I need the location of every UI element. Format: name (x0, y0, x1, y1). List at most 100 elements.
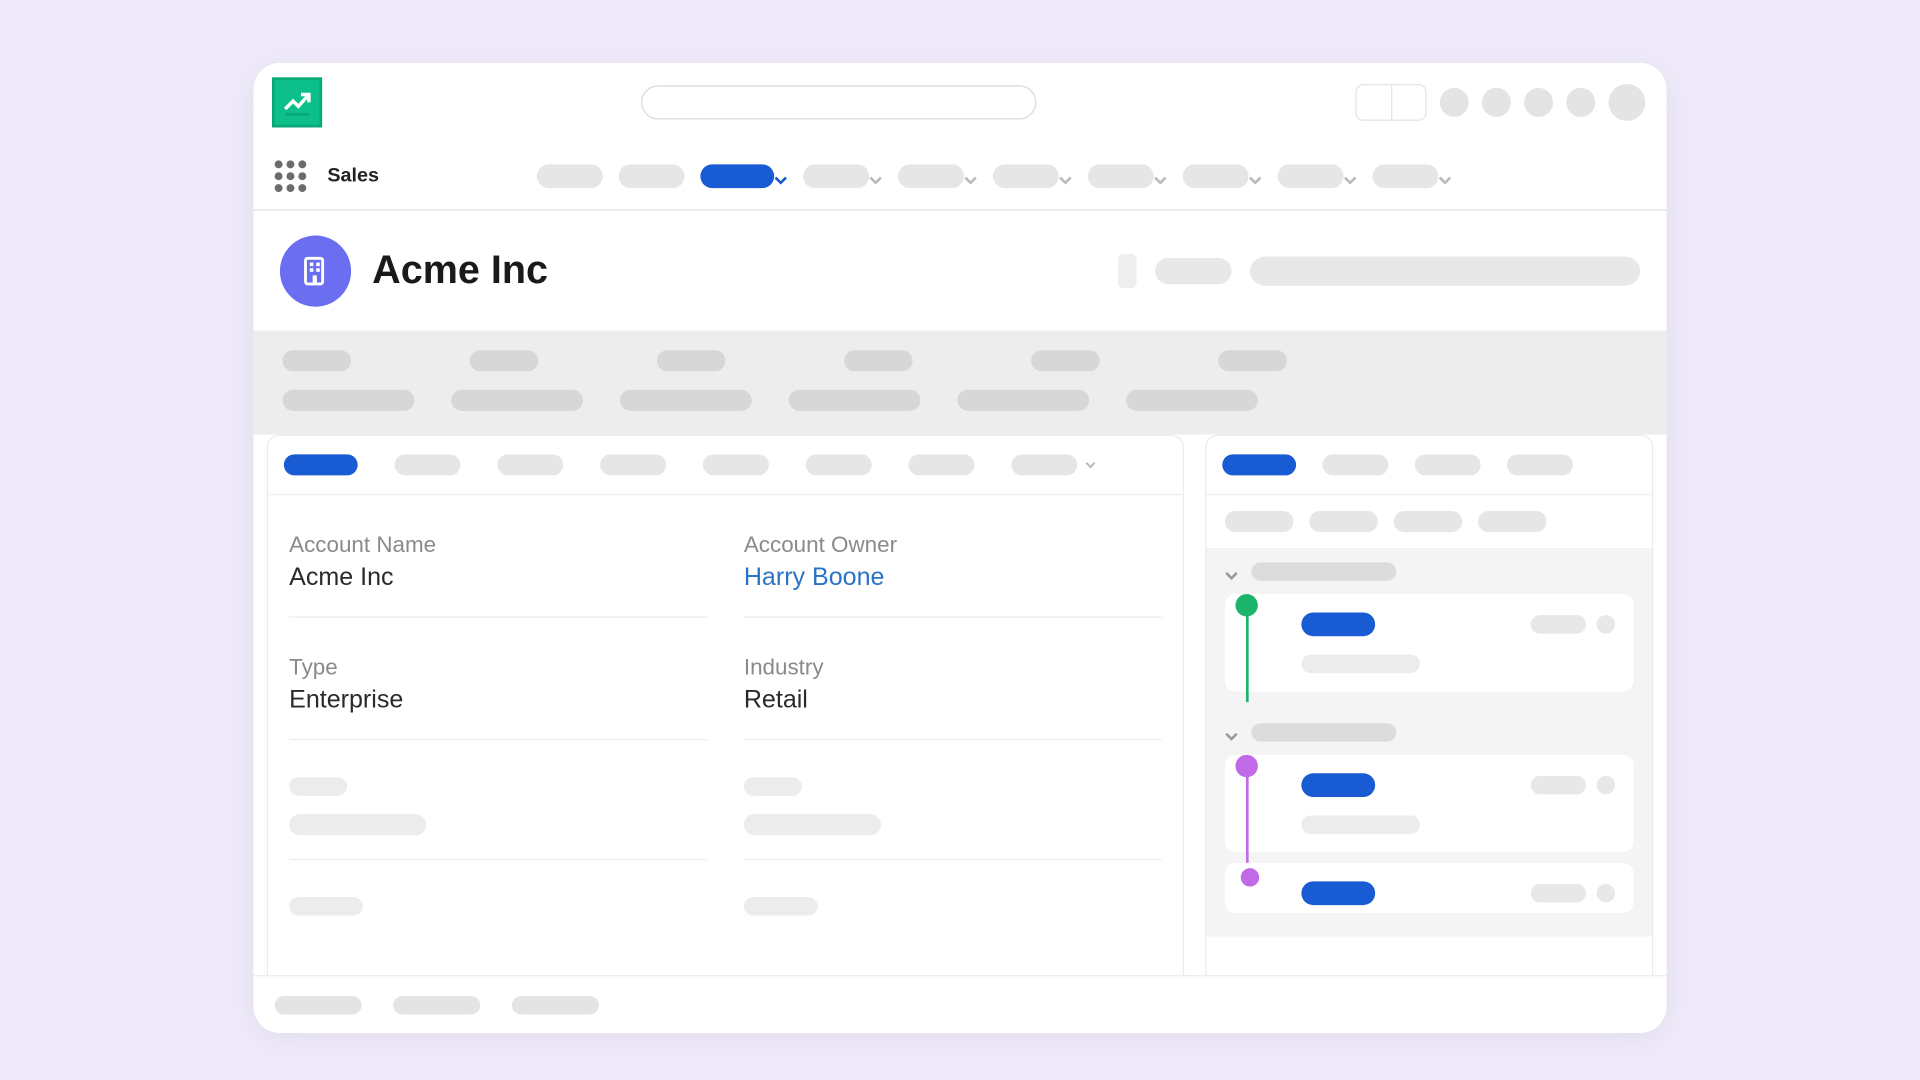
field-label-placeholder (289, 777, 347, 795)
timeline-item-title (1301, 773, 1375, 797)
nav-item[interactable] (619, 164, 685, 188)
nav-item[interactable] (1373, 164, 1452, 188)
details-tab-more[interactable] (1011, 454, 1095, 475)
nav-item[interactable] (537, 164, 603, 188)
details-tab[interactable] (497, 454, 563, 475)
nav-item[interactable] (803, 164, 882, 188)
nav-item[interactable] (1088, 164, 1167, 188)
highlights-panel (254, 332, 1667, 435)
chevron-down-icon (1059, 169, 1072, 182)
chevron-down-icon (1085, 460, 1096, 471)
field-placeholder (744, 777, 1162, 860)
timeline-line (1246, 776, 1249, 863)
nav-tabs (537, 164, 1452, 188)
header-segmented-control[interactable] (1355, 84, 1426, 121)
activity-tab[interactable] (1507, 454, 1573, 475)
nav-item[interactable] (993, 164, 1072, 188)
field-value-link[interactable]: Harry Boone (744, 564, 1162, 593)
nav-item-active[interactable] (701, 164, 788, 188)
activity-tab[interactable] (1322, 454, 1388, 475)
field-value-placeholder (744, 814, 881, 835)
details-tab[interactable] (909, 454, 975, 475)
utility-item[interactable] (275, 995, 362, 1013)
highlight-label (1218, 350, 1287, 371)
activity-tab[interactable] (1415, 454, 1481, 475)
field-label-placeholder (744, 777, 802, 795)
details-tab[interactable] (703, 454, 769, 475)
timeline-item-meta (1531, 615, 1615, 633)
timeline-item[interactable] (1225, 594, 1634, 692)
timeline-dot-icon (1241, 868, 1259, 886)
timeline-section-header[interactable] (1225, 562, 1634, 580)
field-placeholder (289, 777, 707, 860)
utility-bar (254, 975, 1667, 1033)
chevron-down-icon (1344, 169, 1357, 182)
field-label-placeholder (744, 897, 818, 915)
activity-tab-active[interactable] (1222, 454, 1296, 475)
details-tabs (268, 436, 1183, 495)
field-label: Industry (744, 655, 1162, 681)
chevron-down-icon (869, 169, 882, 182)
field-type: Type Enterprise (289, 655, 707, 741)
record-header: Acme Inc (254, 211, 1667, 332)
details-tab[interactable] (806, 454, 872, 475)
timeline-item-subtitle (1301, 655, 1420, 673)
app-logo[interactable] (272, 77, 322, 127)
field-value-placeholder (289, 814, 426, 835)
header-action-icon[interactable] (1482, 88, 1511, 117)
highlight-label (657, 350, 726, 371)
primary-nav: Sales (254, 142, 1667, 211)
timeline-section-header[interactable] (1225, 723, 1634, 741)
chevron-down-icon (774, 169, 787, 182)
page-backdrop: Sales (0, 2, 1919, 1077)
timeline-section (1206, 715, 1651, 936)
global-search-input[interactable] (641, 85, 1036, 119)
nav-item[interactable] (1278, 164, 1357, 188)
timeline-item-title (1301, 612, 1375, 636)
chevron-down-icon (1249, 169, 1262, 182)
nav-item[interactable] (1183, 164, 1262, 188)
field-value: Enterprise (289, 686, 707, 715)
details-tab[interactable] (395, 454, 461, 475)
timeline-dot-icon (1235, 594, 1257, 616)
filter-chip[interactable] (1478, 511, 1547, 532)
utility-item[interactable] (393, 995, 480, 1013)
filter-chip[interactable] (1225, 511, 1294, 532)
filter-chip[interactable] (1309, 511, 1378, 532)
timeline-item-subtitle (1301, 815, 1420, 833)
section-title-placeholder (1251, 562, 1396, 580)
activity-tabs (1206, 436, 1651, 495)
chevron-down-icon (1154, 169, 1167, 182)
highlight-value (620, 390, 752, 411)
highlight-value (789, 390, 921, 411)
details-tab-active[interactable] (284, 454, 358, 475)
details-panel: Account Name Acme Inc Account Owner Harr… (267, 435, 1184, 991)
timeline-item-title (1301, 881, 1375, 905)
timeline-item[interactable] (1225, 863, 1634, 913)
header-action-icon[interactable] (1566, 88, 1595, 117)
highlight-label (283, 350, 352, 371)
chevron-down-icon (1439, 169, 1452, 182)
user-avatar[interactable] (1608, 84, 1645, 121)
details-tab[interactable] (600, 454, 666, 475)
action-button[interactable] (1118, 253, 1136, 287)
header-utility (1355, 84, 1650, 121)
field-placeholder (744, 897, 1162, 939)
action-bar[interactable] (1250, 256, 1640, 285)
highlight-label (1031, 350, 1100, 371)
app-name: Sales (327, 164, 379, 186)
action-button[interactable] (1155, 257, 1231, 283)
header-action-icon[interactable] (1524, 88, 1553, 117)
nav-item[interactable] (898, 164, 977, 188)
timeline-item[interactable] (1225, 755, 1634, 853)
timeline-line (1246, 615, 1249, 702)
header-action-icon[interactable] (1440, 88, 1469, 117)
timeline-section (1206, 549, 1651, 715)
utility-item[interactable] (512, 995, 599, 1013)
timeline-dot-icon (1235, 755, 1257, 777)
highlight-value (283, 390, 415, 411)
filter-chip[interactable] (1394, 511, 1463, 532)
app-launcher-icon[interactable] (275, 160, 307, 192)
timeline-item-meta (1531, 884, 1615, 902)
field-industry: Industry Retail (744, 655, 1162, 741)
